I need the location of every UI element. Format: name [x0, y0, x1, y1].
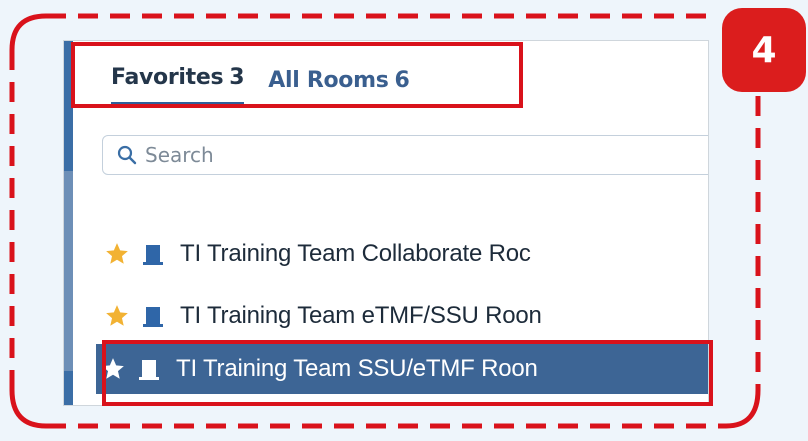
favorite-star-icon[interactable] [104, 241, 130, 267]
room-name: TI Training Team SSU/eTMF Roon [176, 355, 538, 382]
tab-all-rooms-label: All Rooms [268, 68, 389, 93]
favorite-star-icon[interactable] [100, 356, 126, 382]
rooms-panel: Favorites3 All Rooms6 TI T [63, 40, 709, 406]
room-tabs: Favorites 3 All Rooms 6 [111, 55, 434, 105]
favorite-star-icon[interactable] [104, 303, 130, 329]
search-box[interactable] [102, 135, 708, 175]
step-number-badge: 4 [722, 8, 806, 92]
search-input[interactable] [145, 143, 645, 167]
tab-all-rooms[interactable]: All Rooms 6 [268, 68, 410, 105]
tab-favorites-count: 3 [229, 65, 245, 90]
tab-favorites[interactable]: Favorites 3 [111, 65, 245, 105]
room-door-icon [143, 245, 163, 265]
tab-all-rooms-count: 6 [394, 68, 410, 93]
tutorial-screenshot: Favorites3 All Rooms6 TI T [0, 0, 808, 441]
panel-scroll-indicator [64, 171, 73, 371]
room-item[interactable]: TI Training Team Collaborate Roc [100, 229, 708, 279]
tab-favorites-label: Favorites [111, 65, 224, 90]
search-icon [117, 145, 137, 165]
room-name: TI Training Team eTMF/SSU Roon [180, 302, 542, 329]
room-door-icon [139, 360, 159, 380]
room-item[interactable]: TI Training Team eTMF/SSU Roon [100, 291, 708, 341]
room-door-icon [143, 307, 163, 327]
room-name: TI Training Team Collaborate Roc [180, 240, 531, 267]
room-item-selected[interactable]: TI Training Team SSU/eTMF Roon [96, 344, 708, 394]
